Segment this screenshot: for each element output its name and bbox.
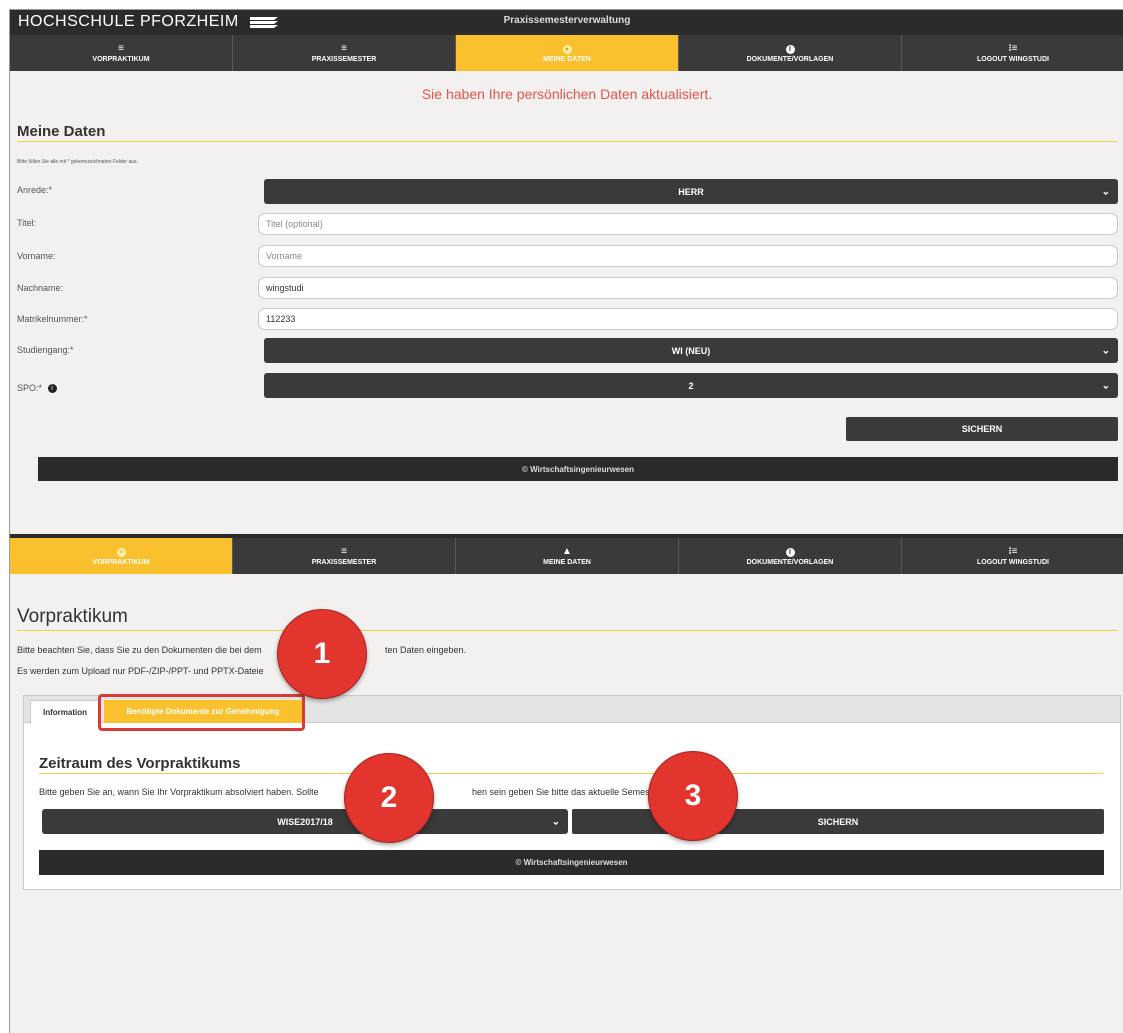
top-bar: HOCHSCHULE PFORZHEIM Praxissemesterverwa… <box>10 10 1123 35</box>
user-icon: ▲ <box>562 545 572 557</box>
marker-2: 2 <box>344 753 434 843</box>
nav-label: PRAXISSEMESTER <box>311 558 377 566</box>
section-divider <box>39 773 1103 774</box>
nav-vorpraktikum[interactable]: ≡ VORPRAKTIKUM <box>10 538 233 574</box>
nachname-label: Nachname: <box>17 283 64 293</box>
studiengang-value: WI (NEU) <box>671 345 711 356</box>
nav-meine-daten[interactable]: ▲ MEINE DATEN <box>456 538 679 574</box>
chevron-down-icon: ⌄ <box>1101 345 1110 356</box>
intro-line-1-start: Bitte beachten Sie, dass Sie zu den Doku… <box>17 645 262 655</box>
nav-label: LOGOUT WINGSTUDI <box>977 55 1049 63</box>
chevron-down-icon: ⌄ <box>1101 380 1110 391</box>
required-fields-hint: Bitte füllen Sie alle mit * gekennzeichn… <box>17 159 138 165</box>
zeitraum-text-start: Bitte geben Sie an, wann Sie Ihr Vorprak… <box>39 787 319 797</box>
info-icon: i <box>785 44 795 54</box>
spo-label-text: SPO:* <box>17 383 43 393</box>
nav-dokumente-vorlagen[interactable]: i DOKUMENTE/VORLAGEN <box>679 538 902 574</box>
titel-input[interactable] <box>258 213 1118 235</box>
nav-dokumente-vorlagen[interactable]: i DOKUMENTE/VORLAGEN <box>679 35 902 71</box>
menu-icon: ≡ <box>341 42 347 54</box>
nav-label: DOKUMENTE/VORLAGEN <box>746 558 834 566</box>
intro-line-2: Es werden zum Upload nur PDF-/ZIP-/PPT- … <box>17 666 264 676</box>
anrede-label: Anrede:* <box>17 185 53 195</box>
marker-1: 1 <box>277 609 367 699</box>
title-divider <box>17 141 1117 142</box>
nav-label: VORPRAKTIKUM <box>92 558 150 566</box>
chevron-down-icon: ⌄ <box>1101 186 1110 197</box>
vorname-label: Vorname: <box>17 251 56 261</box>
nav-label: LOGOUT WINGSTUDI <box>977 558 1049 566</box>
nav-logout[interactable]: ⁝≡ LOGOUT WINGSTUDI <box>902 538 1123 574</box>
chevron-down-icon: ⌄ <box>551 816 560 827</box>
meine-daten-title: Meine Daten <box>17 123 106 140</box>
info-icon[interactable]: i <box>47 384 57 394</box>
tab-information[interactable]: Information <box>30 700 100 724</box>
marker-3: 3 <box>648 751 738 841</box>
info-icon: i <box>785 547 795 557</box>
nav-praxissemester[interactable]: ≡ PRAXISSEMESTER <box>233 35 456 71</box>
vorpraktikum-title: Vorpraktikum <box>17 606 128 627</box>
vorname-input[interactable] <box>258 245 1118 267</box>
nav-label: VORPRAKTIKUM <box>92 55 150 63</box>
nav-meine-daten[interactable]: ● MEINE DATEN <box>456 35 679 71</box>
menu-icon: ≡ <box>116 547 126 557</box>
nav-vorpraktikum[interactable]: ≡ VORPRAKTIKUM <box>10 35 233 71</box>
highlight-box <box>98 694 305 731</box>
footer: © Wirtschaftsingenieurwesen <box>38 457 1118 481</box>
studiengang-label: Studiengang:* <box>17 345 74 355</box>
nav-praxissemester[interactable]: ≡ PRAXISSEMESTER <box>233 538 456 574</box>
footer: © Wirtschaftsingenieurwesen <box>39 850 1104 875</box>
titel-label: Titel: <box>17 218 37 228</box>
nav-logout[interactable]: ⁝≡ LOGOUT WINGSTUDI <box>902 35 1123 71</box>
list-icon: ⁝≡ <box>1008 545 1018 557</box>
intro-line-1-end: ten Daten eingeben. <box>385 645 467 655</box>
zeitraum-text-end: hen sein geben Sie bitte das aktuelle Se… <box>472 787 658 797</box>
success-message: Sie haben Ihre persönlichen Daten aktual… <box>421 86 713 102</box>
list-icon: ⁝≡ <box>1008 42 1018 54</box>
anrede-value: HERR <box>678 186 704 197</box>
matrikelnummer-input[interactable] <box>258 308 1118 330</box>
menu-icon: ≡ <box>341 545 347 557</box>
app-title: Praxissemesterverwaltung <box>503 15 631 26</box>
main-nav-2: ≡ VORPRAKTIKUM ≡ PRAXISSEMESTER ▲ MEINE … <box>10 538 1123 574</box>
title-divider <box>17 630 1117 631</box>
zeitraum-title: Zeitraum des Vorpraktikums <box>39 755 241 772</box>
semester-value: WISE2017/18 <box>277 816 333 827</box>
screenshot-frame: HOCHSCHULE PFORZHEIM Praxissemesterverwa… <box>9 9 1123 1033</box>
anrede-select[interactable]: HERR ⌄ <box>264 179 1118 204</box>
matrikelnummer-label: Matrikelnummer:* <box>17 314 88 324</box>
spo-label: SPO:* i <box>17 383 57 394</box>
nav-label: DOKUMENTE/VORLAGEN <box>746 55 834 63</box>
nav-label: MEINE DATEN <box>543 558 591 566</box>
nav-label: MEINE DATEN <box>543 55 591 63</box>
user-icon: ● <box>562 44 572 54</box>
nachname-input[interactable] <box>258 277 1118 299</box>
spo-select[interactable]: 2 ⌄ <box>264 373 1118 398</box>
save-button[interactable]: SICHERN <box>846 417 1118 441</box>
main-nav: ≡ VORPRAKTIKUM ≡ PRAXISSEMESTER ● MEINE … <box>10 35 1123 71</box>
spo-value: 2 <box>688 380 694 391</box>
menu-icon: ≡ <box>118 42 124 54</box>
semester-select[interactable]: WISE2017/18 ⌄ <box>42 809 568 834</box>
studiengang-select[interactable]: WI (NEU) ⌄ <box>264 338 1118 363</box>
nav-label: PRAXISSEMESTER <box>311 55 377 63</box>
